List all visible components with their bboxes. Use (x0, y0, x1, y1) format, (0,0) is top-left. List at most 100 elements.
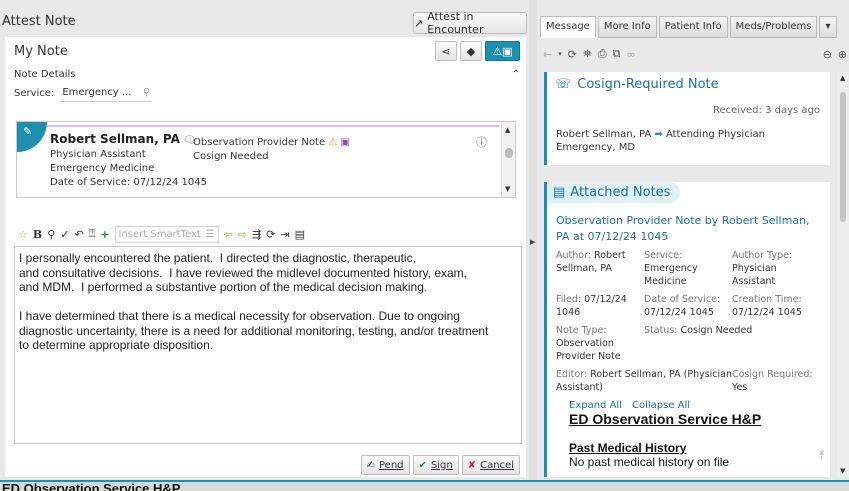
undo-icon[interactable]: ↶ (74, 228, 83, 241)
checkmark-icon: ✔ (418, 459, 427, 471)
card-scrollbar[interactable]: ▲ ▼ (501, 122, 515, 197)
service-field[interactable]: Emergency ... ⚲ (60, 84, 153, 102)
card-accent-line (47, 125, 499, 127)
bold-icon[interactable]: B (33, 228, 42, 241)
add-icon[interactable]: + (100, 228, 109, 241)
card-date-of-service: Date of Service: 07/12/24 1045 (50, 177, 207, 188)
attest-in-encounter-button[interactable]: ↗ Attest in Encounter (413, 10, 527, 36)
find-icon[interactable]: ⚲ (47, 228, 55, 241)
smartphrase-icon[interactable]: ⍰ (89, 227, 96, 241)
dropdown-icon[interactable]: ▾ (558, 50, 562, 58)
sign-button[interactable]: ✔ Sign (412, 455, 459, 475)
meta-author-type: Author Type: Physician Assistant (732, 250, 793, 287)
tab-meds-problems[interactable]: Meds/Problems (729, 16, 818, 38)
warning-flag-icon[interactable]: ⚠▣ (485, 41, 520, 61)
service-row: Service: Emergency ... ⚲ (5, 80, 526, 106)
star-icon[interactable]: ☆ (18, 228, 28, 241)
search-icon[interactable]: ⚲ (143, 87, 150, 98)
cosign-routing: Robert Sellman, PA ➡ Attending Physician… (556, 128, 826, 154)
smarttext-placeholder: Insert SmartText (118, 228, 201, 240)
spellcheck-icon[interactable]: ✓ (60, 228, 69, 241)
editor-toolbar: ☆ B ⚲ ✓ ↶ ⍰ + Insert SmartText ☰ ⇦ ⇨ ⇶ ⟳… (18, 225, 305, 243)
zoom-out-icon[interactable]: ⊖ (823, 48, 832, 61)
attached-notes-header: ▤ Attached Notes (547, 182, 681, 203)
background-heading: ED Observation Service H&P (2, 481, 181, 491)
card-author: Robert Sellman, PA (50, 132, 180, 146)
attached-note-title[interactable]: Observation Provider Note by Robert Sell… (547, 203, 830, 245)
cosign-header: ☏ Cosign-Required Note (547, 72, 830, 97)
pend-label: Pend (379, 459, 404, 471)
print-icon[interactable]: ⎙ (598, 47, 607, 61)
meta-date-of-service: Date of Service: 07/12/24 1045 (644, 294, 721, 318)
attest-button-label: Attest in Encounter (427, 10, 484, 36)
meta-note-type: Note Type: Observation Provider Note (556, 325, 621, 362)
pend-button[interactable]: ✍ Pend (360, 455, 410, 475)
insert-icon[interactable]: ⇶ (252, 228, 261, 241)
refresh-icon[interactable]: ⟳ (266, 228, 275, 241)
binoculars-icon[interactable]: ⛯ (583, 47, 592, 61)
arrow-left-icon[interactable]: ⇦ (224, 228, 233, 241)
meta-author: Author: Robert Sellman, PA (556, 250, 626, 274)
cancel-label: Cancel (480, 459, 514, 471)
expand-all-link[interactable]: Expand All (569, 400, 622, 411)
sidebar-pane: Message More Info Patient Info Meds/Prob… (537, 0, 849, 491)
import-icon[interactable]: ⇥ (280, 228, 289, 241)
note-details-label: Note Details (14, 69, 76, 80)
zoom-in-icon[interactable]: ⊕ (838, 48, 847, 61)
phone-icon: ☏ (555, 77, 572, 92)
attest-note-window: Attest Note ↗ Attest in Encounter My Not… (0, 0, 529, 491)
scroll-down-icon[interactable]: ▼ (840, 467, 845, 475)
card-role: Physician Assistant (50, 149, 146, 160)
warning-icon: ⚠ (328, 137, 338, 148)
editor-paragraph-1: I personally encountered the patient. I … (19, 251, 468, 294)
scroll-up-icon[interactable]: ▲ (505, 126, 510, 134)
scroll-down-icon[interactable]: ▼ (505, 185, 510, 193)
scroll-to-top-icon[interactable]: ⤒ (819, 449, 824, 463)
meta-creation-time: Creation Time: 07/12/24 1045 (732, 294, 802, 318)
background-document-strip: ED Observation Service H&P (0, 480, 849, 491)
sign-label: Sign (430, 459, 453, 471)
cancel-button[interactable]: ✘ Cancel (461, 455, 520, 475)
info-icon[interactable]: ⓘ (476, 134, 487, 150)
collapse-all-link[interactable]: Collapse All (632, 400, 690, 411)
document-icon[interactable]: ▤ (295, 228, 305, 241)
scroll-thumb[interactable] (505, 148, 513, 158)
sidebar-scrollbar[interactable]: ▲ ▼ (837, 72, 849, 477)
section-text: No past medical history on file (569, 455, 730, 469)
tabs-overflow-dropdown[interactable]: ▾ (819, 16, 837, 38)
arrow-right-icon[interactable]: ⇨ (238, 228, 247, 241)
meta-service: Service: Emergency Medicine (644, 250, 698, 287)
splitter-arrow-icon[interactable]: ▶ (530, 238, 535, 246)
note-icon: ▤ (553, 185, 566, 200)
share-icon[interactable]: ⋖ (435, 41, 457, 61)
meta-status: Status: Cosign Needed (644, 325, 753, 336)
back-icon[interactable]: ← (543, 48, 552, 61)
pin-icon: ↗ (414, 16, 424, 30)
title-bar: Attest Note ↗ Attest in Encounter (0, 0, 529, 37)
scroll-up-icon[interactable]: ▲ (840, 74, 845, 82)
tab-patient-info[interactable]: Patient Info (658, 16, 728, 38)
note-text-editor[interactable]: I personally encountered the patient. I … (14, 246, 522, 444)
pane-splitter[interactable]: ▶ (529, 0, 537, 491)
collapse-chevron-icon[interactable]: ⌃ (512, 69, 520, 80)
note-metadata: Author: Robert Sellman, PA Service: Emerg… (547, 245, 830, 394)
tag-icon[interactable]: ◆ (460, 41, 482, 61)
smarttext-input[interactable]: Insert SmartText ☰ (114, 225, 219, 243)
edit-pencil-icon[interactable]: ✎ (17, 122, 47, 152)
scroll-thumb[interactable] (840, 92, 846, 222)
tab-message[interactable]: Message (540, 16, 596, 38)
pend-icon: ✍ (366, 459, 375, 471)
card-status: Cosign Needed (193, 151, 269, 162)
link-icon[interactable]: ∞ (626, 48, 635, 61)
sidebar-tabs: Message More Info Patient Info Meds/Prob… (540, 16, 837, 38)
refresh-icon[interactable]: ⟳ (568, 48, 577, 61)
note-heading: ED Observation Service H&P (569, 411, 762, 427)
copy-icon[interactable]: ⧉ (613, 47, 621, 61)
card-note-info: Observation Provider Note ⚠ ▣ Cosign Nee… (193, 136, 350, 164)
note-details-header: Note Details ⌃ (5, 65, 526, 80)
tab-more-info[interactable]: More Info (597, 16, 657, 38)
cosign-title: Cosign-Required Note (577, 77, 719, 92)
meta-editor: Editor: Robert Sellman, PA (Physician As… (556, 369, 733, 393)
window-title: Attest Note (2, 14, 76, 29)
note-footer: ✍ Pend ✔ Sign ✘ Cancel (5, 453, 526, 477)
